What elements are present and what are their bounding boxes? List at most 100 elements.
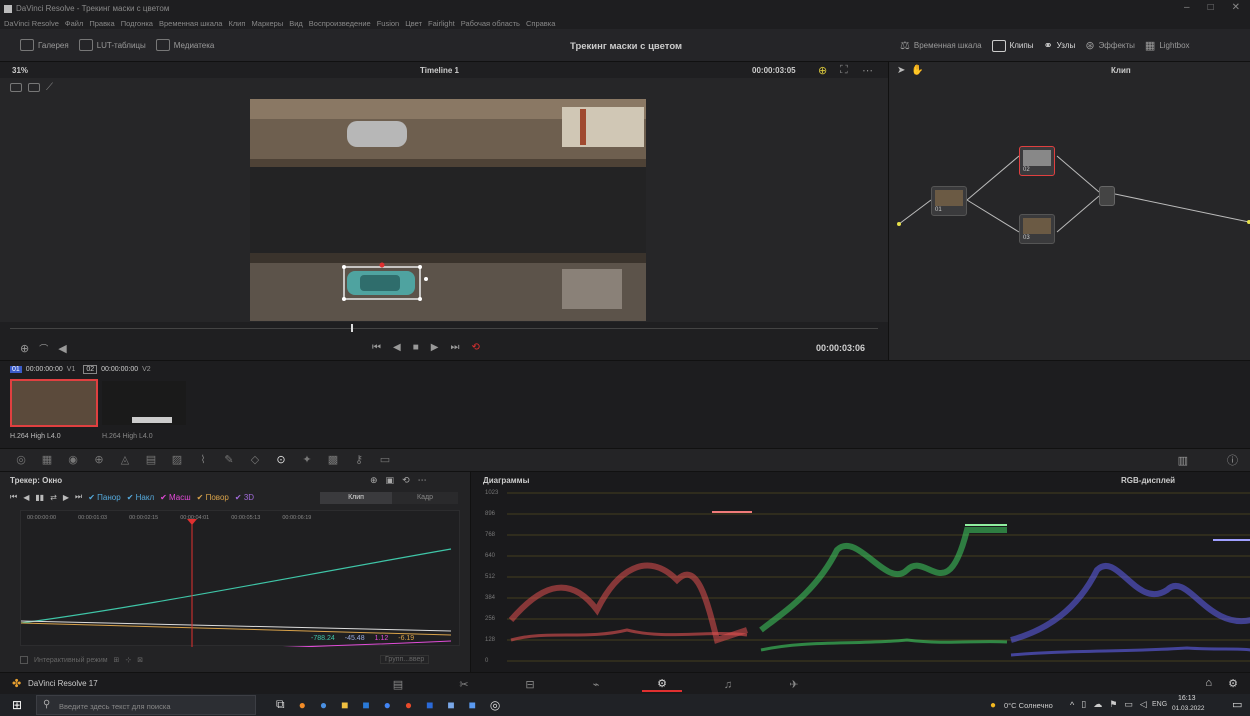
timeline-select[interactable]: Timeline 1 — [420, 66, 459, 75]
reset-icon[interactable]: ⟲ — [402, 475, 410, 486]
check-zoom[interactable]: ✔ Масш — [160, 493, 191, 502]
blur-icon[interactable]: ▩ — [320, 452, 346, 468]
target-icon[interactable]: ⊕ — [370, 475, 378, 486]
app-icon-2[interactable]: ■ — [447, 698, 454, 712]
check-rotate[interactable]: ✔ Повор — [197, 493, 229, 502]
timeline-button[interactable]: ⚖ Временная шкала — [900, 39, 982, 52]
clock-date[interactable]: 01.03.2022 — [1172, 705, 1205, 712]
menu-item-help[interactable]: Справка — [526, 19, 555, 28]
info-icon[interactable]: ⓘ — [1227, 452, 1238, 468]
sound-icon[interactable]: ◁ — [1140, 699, 1147, 710]
task-view-icon[interactable]: ⧉ — [276, 697, 285, 712]
scope-mode-select[interactable]: RGB-дисплей — [1121, 476, 1175, 485]
clip-02-thumbnail[interactable] — [102, 381, 186, 425]
wipe-mode-icon[interactable]: ⊕ — [20, 342, 29, 355]
opera-icon[interactable]: ● — [405, 698, 412, 712]
scopes-toggle-icon[interactable]: ▥ — [1178, 454, 1188, 467]
motion-effects-icon[interactable]: ▨ — [164, 452, 190, 468]
menu-item-edit[interactable]: Правка — [89, 19, 114, 28]
page-fairlight-icon[interactable]: ♫ — [708, 679, 748, 691]
key-icon[interactable]: ⚷ — [346, 452, 372, 468]
tray-chevron-icon[interactable]: ^ — [1070, 700, 1074, 710]
color-wheels-icon[interactable]: ◉ — [60, 452, 86, 468]
zoom-select[interactable]: 31% — [12, 66, 28, 75]
scrub-handle[interactable] — [351, 324, 353, 332]
mode-frame-tab[interactable]: Кадр — [392, 492, 458, 504]
home-icon[interactable]: ⌂ — [1205, 677, 1212, 689]
more-icon[interactable]: ⋯ — [862, 64, 873, 77]
notification-icon[interactable]: ▭ — [1232, 698, 1242, 711]
page-color-icon[interactable]: ⚙ — [642, 677, 682, 692]
go-start-icon[interactable]: ⏮ — [372, 342, 381, 353]
loop-playback-icon[interactable]: ⟲ — [471, 342, 479, 353]
scrub-track[interactable] — [10, 328, 878, 329]
menu-item-color[interactable]: Цвет — [405, 19, 422, 28]
check-pan[interactable]: ✔ Панор — [88, 493, 120, 502]
play-icon[interactable]: ▶ — [431, 342, 439, 353]
color-match-icon[interactable]: ▦ — [34, 452, 60, 468]
lut-button[interactable]: LUT-таблицы — [78, 39, 146, 51]
qualifier-icon[interactable]: ✎ — [216, 452, 242, 468]
track-both-icon[interactable]: ⇄ — [50, 493, 57, 502]
menu-item-app[interactable]: DaVinci Resolve — [4, 19, 59, 28]
track-forward-icon[interactable]: ▶ — [63, 493, 69, 502]
maximize-button[interactable]: □ — [1208, 2, 1214, 13]
page-fusion-icon[interactable]: ⌁ — [576, 678, 616, 691]
rgb-mixer-icon[interactable]: ▤ — [138, 452, 164, 468]
volume-icon[interactable]: ◀ — [58, 342, 66, 355]
node-02[interactable]: 02 — [1019, 146, 1055, 176]
windows-start-icon[interactable]: ⊞ — [12, 698, 22, 712]
firefox-icon[interactable]: ● — [299, 698, 306, 712]
word-icon[interactable]: ■ — [426, 698, 433, 712]
page-media-icon[interactable]: ▤ — [378, 678, 418, 691]
menu-item-fairlight[interactable]: Fairlight — [428, 19, 455, 28]
check-3d[interactable]: ✔ 3D — [235, 493, 254, 502]
mail-icon[interactable]: ■ — [362, 698, 369, 712]
delete-point-icon[interactable]: ⊠ — [137, 656, 143, 664]
source-input-dot[interactable] — [897, 222, 901, 226]
menu-item-playback[interactable]: Воспроизведение — [309, 19, 371, 28]
curve-icon[interactable]: ⟋ — [46, 82, 53, 93]
grade-icon[interactable]: ⊕ — [818, 64, 827, 77]
minimize-button[interactable]: – — [1184, 2, 1190, 13]
snapshot-icon[interactable]: ▣ — [386, 475, 395, 486]
camera-raw-icon[interactable]: ◎ — [8, 452, 34, 468]
tracker-more-icon[interactable]: ⋯ — [418, 475, 427, 486]
usb-icon[interactable]: ⚑ — [1109, 699, 1117, 710]
track-reverse-frame-icon[interactable]: ⏮ — [10, 492, 17, 502]
curves-icon[interactable]: ⌇ — [190, 452, 216, 468]
clock-time[interactable]: 16:13 — [1178, 695, 1196, 702]
interactive-checkbox[interactable] — [20, 656, 28, 664]
tray-app-icon[interactable]: ▯ — [1081, 699, 1086, 710]
close-button[interactable]: ✕ — [1232, 2, 1240, 13]
network-icon[interactable]: ▭ — [1124, 699, 1133, 710]
gallery-button[interactable]: Галерея — [20, 39, 69, 51]
menu-item-trim[interactable]: Подгонка — [121, 19, 153, 28]
mode-clip-tab[interactable]: Клип — [320, 492, 392, 504]
lightbox-button[interactable]: ▦ Lightbox — [1145, 39, 1190, 52]
menu-item-clip[interactable]: Клип — [228, 19, 245, 28]
menu-item-markers[interactable]: Маркеры — [251, 19, 283, 28]
sizing-icon[interactable]: ▭ — [372, 452, 398, 468]
node-editor[interactable]: ➤ ✋ Клип 01 02 03 — [888, 62, 1250, 360]
nodes-button[interactable]: ⚭ Узлы — [1043, 39, 1075, 52]
page-cut-icon[interactable]: ✂ — [444, 678, 484, 691]
tracker-graph[interactable]: 00:00:00:00 00:00:01:03 00:00:02:15 00:0… — [20, 510, 460, 647]
edge-icon[interactable]: ● — [320, 698, 327, 712]
language-indicator[interactable]: ENG — [1152, 701, 1167, 708]
chrome-icon[interactable]: ● — [384, 698, 391, 712]
insert-icon[interactable]: ⊞ — [114, 656, 120, 664]
track-forward-frame-icon[interactable]: ⏭ — [75, 492, 82, 502]
node-03[interactable]: 03 — [1019, 214, 1055, 244]
group-dropdown[interactable]: Групп...ввер — [380, 655, 430, 664]
window-icon[interactable]: ◇ — [242, 452, 268, 468]
menu-item-file[interactable]: Файл — [65, 19, 83, 28]
split-icon[interactable] — [10, 83, 22, 92]
go-end-icon[interactable]: ⏭ — [450, 342, 459, 353]
effects-button[interactable]: ⊛ Эффекты — [1085, 39, 1135, 52]
media-pool-button[interactable]: Медиатека — [155, 39, 214, 51]
photos-icon[interactable]: ■ — [469, 698, 476, 712]
hdr-icon[interactable]: ◬ — [112, 452, 138, 468]
tracker-icon[interactable]: ⊙ — [268, 452, 294, 468]
menu-item-workspace[interactable]: Рабочая область — [461, 19, 520, 28]
